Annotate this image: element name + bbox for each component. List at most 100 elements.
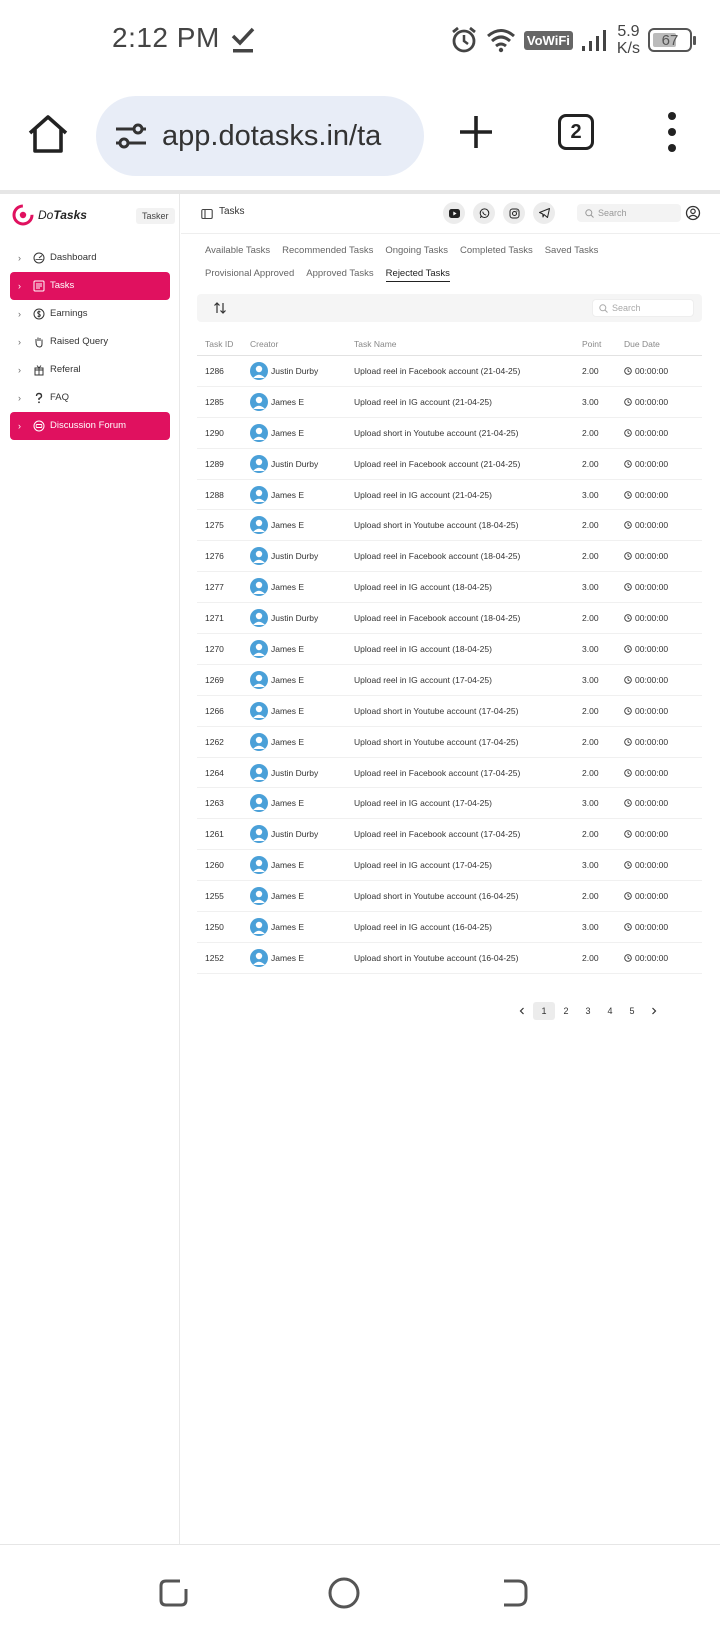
site-settings-icon[interactable] — [114, 121, 148, 151]
youtube-button[interactable] — [443, 202, 465, 224]
table-row[interactable]: 1289 Justin Durby Upload reel in Facebook … — [197, 449, 702, 480]
home-nav-icon[interactable] — [326, 1575, 362, 1611]
sort-icon[interactable] — [213, 301, 227, 315]
tab-recommended-tasks[interactable]: Recommended Tasks — [282, 245, 373, 258]
due-date-value: 00:00:00 — [635, 891, 669, 902]
page-title: Tasks — [219, 206, 245, 217]
page-5-button[interactable]: 5 — [621, 1002, 643, 1020]
tab-available-tasks[interactable]: Available Tasks — [205, 245, 270, 258]
network-speed: 5.9 K/s — [616, 23, 640, 57]
column-header-point[interactable]: Point — [582, 339, 624, 349]
signal-icon — [581, 30, 606, 51]
table-row[interactable]: 1275 James E Upload short in Youtube accou… — [197, 510, 702, 542]
table-row[interactable]: 1276 Justin Durby Upload reel in Facebook … — [197, 541, 702, 573]
point-cell: 2.00 — [582, 458, 599, 469]
table-row[interactable]: 1261 Justin Durby Upload reel in Facebook … — [197, 819, 702, 851]
more-vert-icon[interactable] — [660, 110, 684, 154]
sidebar-item-tasks[interactable]: › Tasks — [10, 272, 170, 300]
creator-name: James E — [271, 798, 305, 809]
table-row[interactable]: 1285 James E Upload reel in IG account (21… — [197, 387, 702, 418]
table-search-input[interactable]: Search — [592, 299, 694, 317]
recent-apps-icon[interactable] — [156, 1575, 192, 1611]
tab-approved-tasks[interactable]: Approved Tasks — [306, 268, 373, 281]
sidebar-item-faq[interactable]: › FAQ — [10, 384, 170, 412]
clock-icon — [624, 521, 632, 530]
top-header: Tasks Search — [181, 194, 720, 234]
creator-cell: James E — [250, 485, 354, 504]
download-done-icon — [231, 27, 255, 53]
sidebar-item-dashboard[interactable]: › Dashboard — [10, 244, 170, 272]
whatsapp-button[interactable] — [473, 202, 495, 224]
table-row[interactable]: 1271 Justin Durby Upload reel in Facebook … — [197, 603, 702, 635]
creator-name: Justin Durby — [271, 458, 319, 469]
table-row[interactable]: 1263 James E Upload reel in IG account (17… — [197, 788, 702, 820]
whatsapp-icon — [479, 207, 489, 218]
telegram-button[interactable] — [533, 202, 555, 224]
tab-rejected-tasks[interactable]: Rejected Tasks — [385, 268, 450, 282]
creator-cell: James E — [250, 423, 354, 442]
creator-cell: James E — [250, 670, 354, 689]
table-row[interactable]: 1288 James E Upload reel in IG account (21… — [197, 480, 702, 511]
table-row[interactable]: 1270 James E Upload reel in IG account (18… — [197, 634, 702, 665]
due-date-cell: 00:00:00 — [624, 768, 702, 778]
instagram-button[interactable] — [503, 202, 525, 224]
due-date-cell: 00:00:00 — [624, 551, 702, 561]
page-1-button[interactable]: 1 — [533, 1002, 555, 1020]
avatar-icon — [250, 516, 268, 535]
clock-icon — [624, 737, 632, 746]
sidebar-item-raised-query[interactable]: › Raised Query — [10, 328, 170, 356]
table-row[interactable]: 1269 James E Upload reel in IG account (17… — [197, 665, 702, 696]
header-search-input[interactable]: Search — [577, 204, 681, 222]
due-date-value: 00:00:00 — [635, 674, 669, 685]
table-row[interactable]: 1252 James E Upload short in Youtube accou… — [197, 943, 702, 974]
brand-logo[interactable]: DoTasks — [12, 204, 87, 226]
prev-page-icon[interactable] — [511, 1002, 533, 1020]
tasks-icon — [32, 279, 45, 292]
task-id-cell: 1277 — [205, 582, 224, 593]
tab-saved-tasks[interactable]: Saved Tasks — [545, 245, 599, 258]
table-row[interactable]: 1286 Justin Durby Upload reel in Facebook … — [197, 356, 702, 387]
table-row[interactable]: 1260 James E Upload reel in IG account (17… — [197, 850, 702, 882]
back-icon[interactable] — [496, 1575, 532, 1611]
vowifi-badge: VoWiFi — [523, 30, 573, 50]
table-row[interactable]: 1277 James E Upload reel in IG account (18… — [197, 572, 702, 604]
sidebar-item-referal[interactable]: › Referal — [10, 356, 170, 384]
sidebar-toggle-icon[interactable] — [201, 208, 213, 220]
address-bar[interactable]: app.dotasks.in/ta — [96, 96, 424, 176]
clock-icon — [624, 799, 632, 808]
table-row[interactable]: 1266 James E Upload short in Youtube accou… — [197, 696, 702, 727]
column-header-creator[interactable]: Creator — [250, 339, 354, 349]
point-cell: 3.00 — [582, 798, 599, 809]
table-row[interactable]: 1264 Justin Durby Upload reel in Facebook … — [197, 758, 702, 789]
clock-icon — [624, 428, 632, 437]
tab-provisional-approved[interactable]: Provisional Approved — [205, 268, 294, 281]
home-icon[interactable] — [26, 112, 70, 156]
creator-cell: Justin Durby — [250, 609, 354, 628]
page-3-button[interactable]: 3 — [577, 1002, 599, 1020]
task-name-cell: Upload reel in IG account (18-04-25) — [354, 582, 492, 593]
page-2-button[interactable]: 2 — [555, 1002, 577, 1020]
table-row[interactable]: 1255 James E Upload short in Youtube accou… — [197, 881, 702, 913]
column-header-due-date[interactable]: Due Date — [624, 339, 702, 349]
creator-cell: James E — [250, 917, 354, 936]
tab-ongoing-tasks[interactable]: Ongoing Tasks — [385, 245, 448, 258]
table-row[interactable]: 1290 James E Upload short in Youtube accou… — [197, 418, 702, 449]
sidebar-item-earnings[interactable]: › Earnings — [10, 300, 170, 328]
table-row[interactable]: 1250 James E Upload reel in IG account (16… — [197, 912, 702, 943]
column-header-task-id[interactable]: Task ID — [197, 339, 250, 349]
table-row[interactable]: 1262 James E Upload short in Youtube accou… — [197, 727, 702, 758]
task-name-cell: Upload reel in Facebook account (17-04-2… — [354, 829, 521, 840]
tab-completed-tasks[interactable]: Completed Tasks — [460, 245, 533, 258]
tab-switcher-button[interactable]: 2 — [558, 114, 594, 150]
avatar-icon — [250, 732, 268, 751]
next-page-icon[interactable] — [643, 1002, 665, 1020]
avatar-icon — [250, 547, 268, 566]
new-tab-icon[interactable] — [456, 112, 496, 152]
avatar-icon — [250, 361, 268, 380]
user-account-icon[interactable] — [685, 205, 701, 221]
sidebar-item-discussion-forum[interactable]: › Discussion Forum — [10, 412, 170, 440]
page-4-button[interactable]: 4 — [599, 1002, 621, 1020]
column-header-task-name[interactable]: Task Name — [354, 339, 582, 349]
chevron-right-icon: › — [18, 392, 21, 403]
clock-icon — [624, 892, 632, 900]
